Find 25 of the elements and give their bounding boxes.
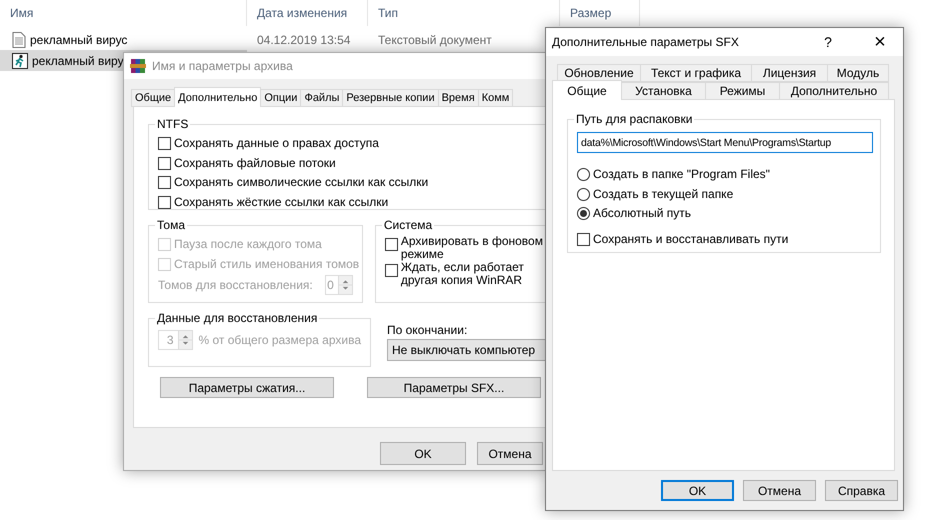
checkbox-label: Ждать, если работает другая копия WinRAR — [400, 261, 525, 287]
radio-label: Абсолютный путь — [593, 207, 692, 220]
field-label: По окончании: — [387, 323, 468, 337]
window-title: Имя и параметры архива — [152, 59, 294, 73]
group-title: Данные для восстановления — [156, 311, 318, 325]
checkbox-label: Сохранять и восстанавливать пути — [593, 232, 788, 246]
group-title: Путь для распаковки — [575, 112, 694, 126]
checkbox-label: Старый стиль именования томов — [174, 258, 360, 271]
group-title: Система — [382, 218, 434, 232]
radio-label: Создать в папке "Program Files" — [593, 168, 770, 182]
group-title: NTFS — [156, 117, 190, 131]
unit-label: % от общего размера архива — [198, 333, 361, 347]
checkbox-label: Пауза после каждого тома — [174, 238, 322, 252]
group-title: Тома — [156, 218, 186, 232]
file-name: рекламный виру — [32, 54, 124, 68]
checkbox-label: Сохранять данные о правах доступа — [174, 137, 379, 150]
field-label: Томов для восстановления: — [158, 278, 313, 292]
file-name: рекламный вирус — [30, 32, 128, 46]
file-date: 04.12.2019 13:54 — [256, 32, 352, 46]
window-title: Дополнительные параметры SFX — [552, 35, 740, 49]
checkbox-label: Сохранять символические ссылки как ссылки — [174, 176, 428, 190]
checkbox-label: Сохранять жёсткие ссылки как ссылки — [174, 196, 388, 209]
checkbox-label: Архивировать в фоновом режиме — [400, 235, 544, 261]
checkbox-label: Сохранять файловые потоки — [174, 156, 336, 170]
radio-label: Создать в текущей папке — [593, 188, 734, 201]
